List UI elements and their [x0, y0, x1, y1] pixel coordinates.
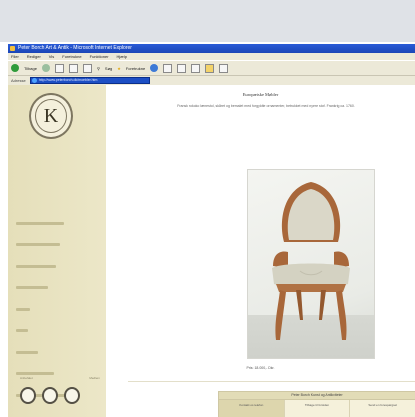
site-sidebar: K Anbefalet Medlem [8, 85, 106, 417]
site-logo[interactable]: K [29, 93, 73, 139]
nav-item-label [16, 329, 28, 332]
nav-item-lighting[interactable] [16, 285, 101, 291]
menu-help[interactable]: Hjælp [117, 53, 127, 60]
menu-file[interactable]: Filer [11, 53, 19, 60]
table-row: Kontakt os telefon Tilbage til forsiden … [219, 400, 415, 417]
table-cell-inquiry-link[interactable]: Send en forespørgsel [350, 400, 415, 417]
ie-app-icon [10, 46, 15, 51]
nav-item-european-art[interactable] [16, 242, 101, 248]
table-title: Peter Borch Kunst og Antikviteter [219, 392, 415, 400]
nav-item-porcelain[interactable] [16, 263, 101, 269]
price-label: Pris: 18.000,- Dkr. [246, 366, 275, 370]
browser-title-bar[interactable]: Peter Borch Art & Antik - Microsoft Inte… [8, 44, 415, 53]
forward-arrow-icon[interactable] [41, 64, 50, 72]
table-cell-phone[interactable]: Kontakt os telefon [219, 400, 285, 417]
menu-tools[interactable]: Funktioner [90, 53, 109, 60]
nav-item-label [16, 286, 48, 289]
media-icon[interactable] [150, 64, 159, 72]
nav-item-label [16, 307, 30, 311]
site-nav [16, 220, 101, 414]
address-bar: Adresse http://www.peterborch.dk/moebler… [8, 76, 415, 85]
nav-item-label [16, 372, 54, 375]
web-page: K Anbefalet Medlem Europæiske Møbler Fra… [8, 85, 415, 417]
back-arrow-icon[interactable] [11, 64, 19, 72]
menu-bar: Filer Rediger Vis Foretrukne Funktioner … [8, 53, 415, 60]
browser-window: Peter Borch Art & Antik - Microsoft Inte… [8, 44, 415, 417]
address-label: Adresse [11, 78, 26, 83]
search-label[interactable]: Søg [105, 66, 112, 71]
address-value: http://www.peterborch.dk/moebler.htm [38, 78, 98, 82]
page-title: Europæiske Møbler [242, 92, 279, 97]
nav-item-label [16, 243, 60, 246]
refresh-icon[interactable] [68, 63, 78, 73]
nav-item-clocks[interactable] [16, 328, 101, 334]
mail-icon[interactable] [177, 63, 187, 73]
nav-item-label [16, 350, 38, 354]
back-label[interactable]: Tilbage [24, 66, 37, 71]
nav-item-books[interactable] [16, 349, 101, 355]
favorites-star-icon[interactable]: ★ [117, 66, 121, 71]
menu-favorites[interactable]: Foretrukne [62, 53, 81, 60]
nav-item-european-furniture[interactable] [16, 220, 101, 226]
footer-label-member: Medlem [89, 376, 100, 380]
logo-monogram: K [35, 99, 67, 133]
page-icon [31, 78, 37, 83]
membership-badge-icon[interactable] [64, 387, 80, 404]
armchair-image [272, 182, 350, 340]
folder-icon[interactable] [205, 63, 215, 73]
browser-title: Peter Borch Art & Antik - Microsoft Inte… [18, 45, 132, 51]
favorites-label[interactable]: Foretrukne [126, 66, 145, 71]
desktop-background [0, 0, 415, 42]
membership-badge-icon[interactable] [20, 387, 36, 404]
divider [128, 381, 415, 382]
home-icon[interactable] [82, 63, 92, 73]
nav-item-label [16, 221, 64, 225]
product-photo[interactable] [247, 169, 375, 359]
nav-item-silver[interactable] [16, 306, 101, 312]
product-description: Fransk rokoko lænestol, skåret og bemale… [177, 104, 355, 108]
print-icon[interactable] [191, 63, 201, 73]
messenger-icon[interactable] [219, 63, 229, 73]
menu-edit[interactable]: Rediger [27, 53, 41, 60]
footer-label-recommended: Anbefalet [20, 376, 33, 380]
history-icon[interactable] [163, 63, 173, 73]
search-icon[interactable]: ⚲ [97, 66, 100, 71]
table-cell-home-link[interactable]: Tilbage til forsiden [285, 400, 351, 417]
sidebar-footer-labels: Anbefalet Medlem [20, 376, 100, 380]
stop-icon[interactable] [54, 63, 64, 73]
contact-table: Peter Borch Kunst og Antikviteter Kontak… [218, 391, 415, 417]
menu-view[interactable]: Vis [49, 53, 54, 60]
nav-item-label [16, 264, 56, 268]
main-content: Europæiske Møbler Fransk rokoko lænestol… [106, 85, 415, 417]
membership-badge-icon[interactable] [42, 387, 58, 404]
sidebar-footer-icons [20, 387, 80, 404]
address-input[interactable]: http://www.peterborch.dk/moebler.htm [29, 77, 150, 84]
browser-toolbar: Tilbage ⚲ Søg ★ Foretrukne [8, 60, 415, 76]
